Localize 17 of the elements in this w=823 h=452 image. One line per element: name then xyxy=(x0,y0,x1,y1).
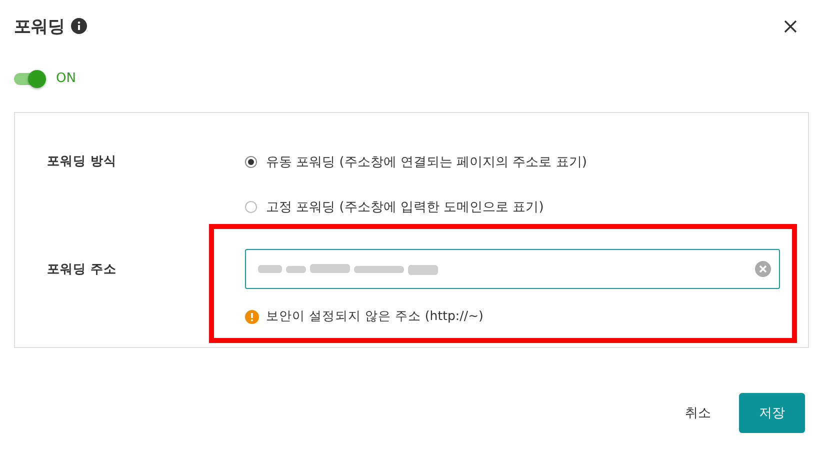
close-button[interactable] xyxy=(784,20,797,32)
warning-message: 보안이 설정되지 않은 주소 (http://~) xyxy=(266,308,484,325)
address-field[interactable] xyxy=(245,249,780,289)
info-icon[interactable] xyxy=(71,18,87,34)
cancel-button[interactable]: 취소 xyxy=(685,404,711,422)
radio-option[interactable]: 유동 포워딩 (주소창에 연결되는 페이지의 주소로 표기) xyxy=(245,153,808,171)
field-label: 포워딩 주소 xyxy=(47,261,118,278)
radio-button[interactable] xyxy=(245,201,257,213)
clear-icon[interactable] xyxy=(755,261,771,277)
radio-option[interactable]: 고정 포워딩 (주소창에 입력한 도메인으로 표기) xyxy=(245,198,808,216)
radio-button[interactable] xyxy=(245,156,257,168)
warning-icon xyxy=(245,310,259,324)
toggle-label: ON xyxy=(56,71,76,86)
save-button[interactable]: 저장 xyxy=(739,393,805,433)
toggle-switch[interactable] xyxy=(14,72,44,84)
field-label: 포워딩 방식 xyxy=(47,153,118,170)
dialog-title: 포워딩 xyxy=(14,16,65,38)
